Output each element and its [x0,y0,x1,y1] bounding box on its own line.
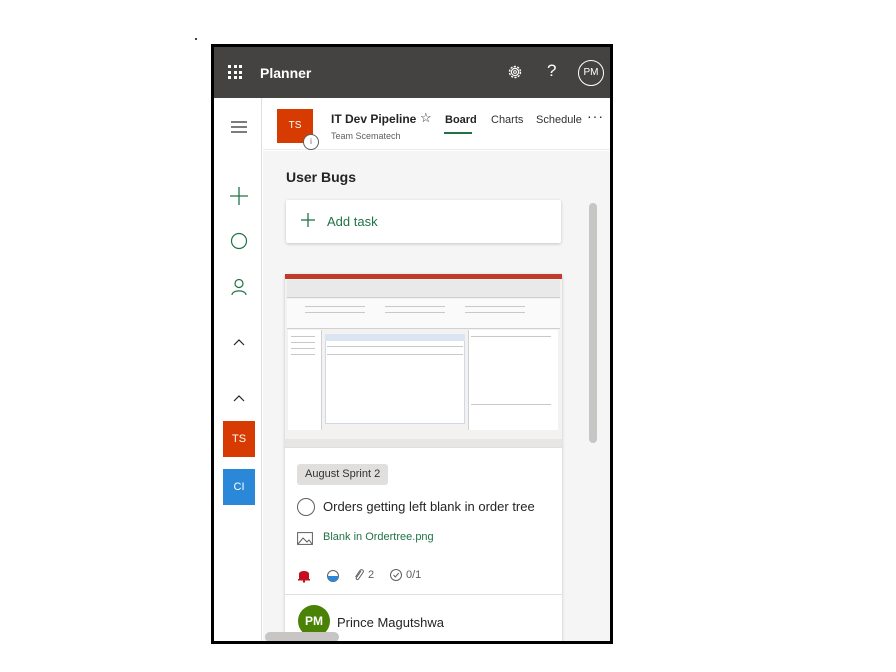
tab-schedule[interactable]: Schedule [536,114,582,126]
bucket-title[interactable]: User Bugs [286,169,356,185]
star-icon[interactable]: ☆ [420,110,432,126]
chevron-up-icon[interactable] [230,390,248,408]
add-task-label: Add task [327,214,378,229]
more-icon[interactable]: ··· [587,108,604,124]
hamburger-icon[interactable] [230,118,248,136]
vertical-scrollbar[interactable] [589,203,597,443]
task-card[interactable]: August Sprint 2 Orders getting left blan… [285,274,562,641]
gear-icon[interactable] [507,64,523,80]
board: User Bugs Add task August Sprint 2 Order… [263,151,610,641]
plus-icon [301,213,315,227]
rail-plan-ts[interactable]: TS [223,421,255,457]
attachment-link[interactable]: Blank in Ordertree.png [323,531,434,543]
suite-bar: Planner ? PM [214,47,610,98]
tab-board[interactable]: Board [445,114,477,126]
help-icon[interactable]: ? [547,61,556,81]
divider [285,594,562,595]
bell-urgent-icon [298,571,310,583]
attachments-count: 2 [368,569,375,581]
person-icon[interactable] [230,278,248,296]
horizontal-scrollbar[interactable] [265,632,339,641]
chevron-up-icon[interactable] [230,334,248,352]
app-title[interactable]: Planner [260,65,311,81]
app-window: Planner ? PM TS CI TS i IT Dev Pipeline … [211,44,613,644]
task-title[interactable]: Orders getting left blank in order tree [323,499,535,514]
checklist-icon [390,569,402,581]
add-task-button[interactable]: Add task [286,200,561,243]
paperclip-icon [355,569,364,581]
plan-name[interactable]: IT Dev Pipeline [331,112,416,126]
progress-half-icon [327,570,339,582]
tab-charts[interactable]: Charts [491,114,523,126]
image-icon [297,532,313,545]
circle-icon[interactable] [230,232,248,250]
user-avatar[interactable]: PM [578,60,604,86]
waffle-icon[interactable] [228,65,242,79]
active-tab-indicator [444,132,472,134]
assignee-name[interactable]: Prince Magutshwa [337,615,444,630]
stray-dot [195,38,197,40]
complete-task-checkbox[interactable] [297,498,315,516]
attachment-preview-image[interactable] [285,274,562,448]
plan-header: TS i IT Dev Pipeline ☆ Team Scematech Bo… [263,98,610,150]
left-rail: TS CI [214,98,262,641]
label-tag[interactable]: August Sprint 2 [297,464,389,485]
group-name[interactable]: Team Scematech [331,131,401,141]
rail-plan-ci[interactable]: CI [223,469,255,505]
plus-icon[interactable] [229,186,249,206]
checklist-count: 0/1 [406,569,422,581]
info-icon[interactable]: i [303,134,319,150]
